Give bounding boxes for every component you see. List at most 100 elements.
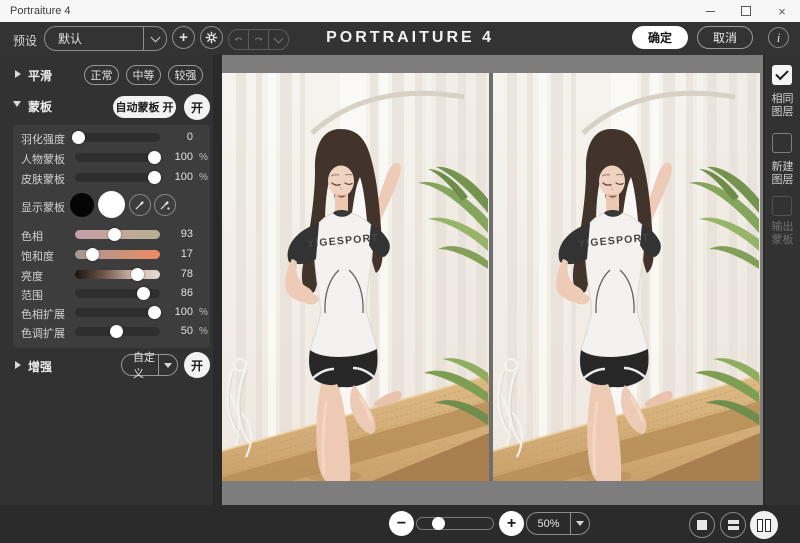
range-slider[interactable] (75, 286, 160, 300)
slider-thumb[interactable] (71, 130, 85, 144)
enhance-preset-dropdown[interactable]: 自定义 (121, 352, 178, 380)
preset-value: 默认 (58, 32, 83, 46)
redo-button[interactable] (249, 30, 268, 49)
slider-value: 78 (180, 268, 193, 280)
same-layer-checkbox[interactable] (772, 65, 792, 85)
add-preset-button[interactable]: + (172, 26, 195, 49)
expand-arrow-icon[interactable] (13, 101, 21, 107)
enhance-power-toggle[interactable]: 开 (184, 352, 210, 378)
zoom-level-value: 50% (537, 517, 560, 530)
hue-slider[interactable] (75, 227, 160, 241)
check-icon (775, 66, 789, 81)
gear-icon (205, 31, 218, 44)
slider-row-hue-extend: 色相扩展 100 % (13, 302, 210, 322)
saturation-slider[interactable] (75, 247, 160, 261)
slider-row-tone-extend: 色调扩展 50 % (13, 321, 210, 341)
smooth-preset-medium[interactable]: 中等 (126, 65, 161, 85)
slider-unit: % (199, 172, 208, 183)
zoom-level-dropdown[interactable]: 50% (526, 512, 590, 535)
mask-power-toggle[interactable]: 开 (184, 94, 210, 120)
chevron-down-icon (273, 33, 284, 43)
cancel-button[interactable]: 取消 (697, 26, 753, 49)
zoom-slider[interactable] (416, 517, 494, 530)
undo-icon (234, 37, 243, 41)
info-button[interactable]: i (768, 27, 789, 48)
slider-label: 皮肤蒙板 (21, 174, 65, 186)
horizontal-split-view-button[interactable] (720, 512, 746, 538)
slider-row-person-mask: 人物蒙板 100 % (13, 147, 210, 167)
caret-down-icon (159, 362, 177, 368)
luminance-slider[interactable] (75, 267, 160, 281)
auto-mask-button[interactable]: 自动蒙板 开 (113, 96, 176, 118)
feather-slider[interactable] (71, 130, 160, 144)
tone-extend-slider[interactable] (75, 324, 160, 338)
show-mask-row: 显示蒙板 (13, 191, 210, 219)
after-image[interactable] (493, 73, 760, 481)
eyedropper-button[interactable] (129, 194, 151, 216)
slider-label: 羽化强度 (21, 134, 65, 146)
new-layer-checkbox[interactable] (772, 133, 792, 153)
history-dropdown-button[interactable] (269, 30, 288, 49)
single-view-button[interactable] (689, 512, 715, 538)
slider-thumb[interactable] (147, 305, 161, 319)
slider-value: 100 (174, 151, 193, 163)
slider-value: 17 (180, 248, 193, 260)
window-title: Portraiture 4 (10, 5, 71, 17)
slider-thumb[interactable] (147, 150, 161, 164)
collapse-arrow-icon[interactable] (15, 361, 21, 369)
slider-thumb[interactable] (131, 267, 145, 281)
slider-thumb[interactable] (108, 227, 122, 241)
hue-extend-slider[interactable] (75, 305, 161, 319)
before-image[interactable] (222, 73, 489, 481)
slider-label: 范围 (21, 290, 43, 302)
maximize-icon (741, 6, 751, 16)
output-mask-checkbox (772, 196, 792, 216)
enhance-section-title[interactable]: 增强 (28, 358, 52, 375)
mask-sliders-panel: 羽化强度 0 人物蒙板 100 % 皮肤蒙板 100 % 显示蒙板 色相 93 … (13, 125, 210, 348)
slider-thumb[interactable] (147, 170, 161, 184)
eyedropper-add-button[interactable] (154, 194, 176, 216)
left-panel: 平滑 正常 中等 较强 蒙板 自动蒙板 开 开 羽化强度 0 人物蒙板 100 … (0, 55, 213, 505)
slider-unit: % (199, 307, 208, 318)
mask-color-black-swatch[interactable] (70, 193, 94, 217)
slider-row-saturation: 饱和度 17 (13, 244, 210, 264)
smooth-preset-strong[interactable]: 较强 (168, 65, 203, 85)
mask-section-title[interactable]: 蒙板 (28, 98, 52, 115)
slider-thumb[interactable] (85, 247, 99, 261)
maximize-button[interactable] (728, 0, 764, 22)
app-logo: PORTRAITURE 4 (326, 29, 495, 46)
horizontal-split-icon (727, 520, 739, 530)
zoom-in-button[interactable]: + (499, 511, 524, 536)
plus-icon: + (506, 514, 517, 532)
zoom-out-button[interactable]: − (389, 511, 414, 536)
redo-icon (254, 37, 263, 41)
zoom-slider-thumb[interactable] (431, 517, 445, 530)
window-controls: × (692, 0, 800, 22)
person-mask-slider[interactable] (75, 150, 161, 164)
slider-label: 饱和度 (21, 251, 54, 263)
slider-row-skin-mask: 皮肤蒙板 100 % (13, 167, 210, 187)
smooth-section-title[interactable]: 平滑 (28, 67, 52, 84)
bottom-bar: − + 50% (0, 505, 800, 543)
smooth-preset-normal[interactable]: 正常 (84, 65, 119, 85)
plus-icon: + (179, 29, 188, 46)
settings-button[interactable] (200, 26, 223, 49)
slider-value: 0 (186, 131, 193, 143)
ok-button[interactable]: 确定 (632, 26, 688, 49)
side-by-side-view-button[interactable] (750, 511, 778, 539)
slider-value: 86 (180, 287, 193, 299)
eyedropper-plus-icon (160, 201, 170, 210)
right-panel: 相同 图层 新建 图层 输出 蒙板 (765, 55, 800, 505)
titlebar: Portraiture 4 × (0, 0, 800, 23)
slider-thumb[interactable] (110, 324, 124, 338)
slider-thumb[interactable] (136, 286, 150, 300)
skin-mask-slider[interactable] (75, 170, 161, 184)
close-button[interactable]: × (764, 0, 800, 22)
collapse-arrow-icon[interactable] (15, 70, 21, 78)
preview-stage (213, 55, 765, 505)
slider-value: 100 (174, 306, 193, 318)
minimize-button[interactable] (692, 0, 728, 22)
undo-button[interactable] (229, 30, 248, 49)
preset-dropdown[interactable]: 默认 (44, 26, 167, 51)
mask-color-white-swatch[interactable] (98, 191, 125, 218)
